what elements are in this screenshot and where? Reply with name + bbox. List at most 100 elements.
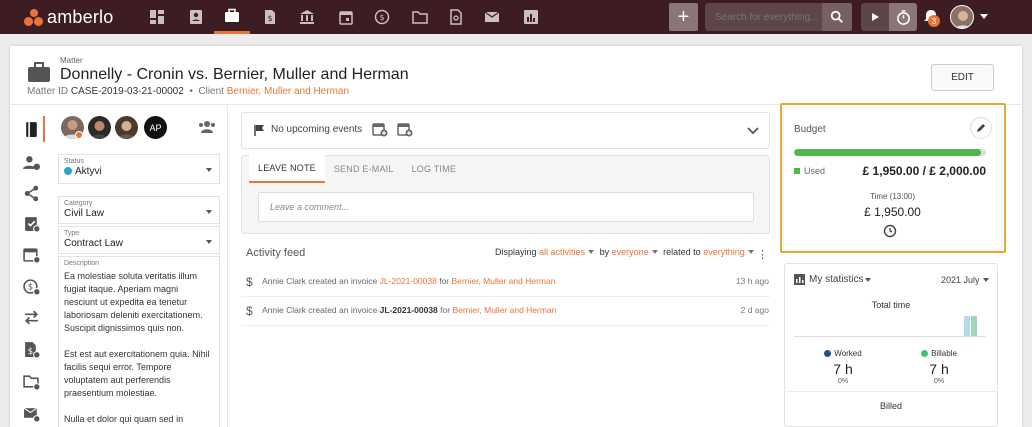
matters-briefcase-icon[interactable] xyxy=(214,0,250,34)
chevron-down-icon xyxy=(651,250,658,254)
user-menu-chevron-down-icon[interactable] xyxy=(980,14,988,19)
matter-type-label: Matter xyxy=(60,56,83,65)
invoices-side-icon[interactable]: $ xyxy=(21,339,41,359)
chevron-down-icon xyxy=(206,240,212,244)
chevron-down-icon xyxy=(206,210,212,214)
note-tabs: LEAVE NOTE SEND E-MAIL LOG TIME xyxy=(241,155,770,183)
edit-budget-button[interactable] xyxy=(970,117,992,139)
status-select[interactable]: Status Aktyvi xyxy=(58,154,220,184)
transfer-icon[interactable] xyxy=(21,307,41,327)
chevron-down-icon xyxy=(982,278,989,282)
stopwatch-icon xyxy=(896,9,910,25)
contacts-icon[interactable] xyxy=(178,0,214,34)
time-money-icon[interactable]: $ xyxy=(364,0,400,34)
statistics-title[interactable]: My statistics xyxy=(794,274,872,285)
svg-text:$: $ xyxy=(27,282,32,292)
app-name: amberlo xyxy=(47,7,114,27)
manage-people-icon[interactable] xyxy=(198,120,216,134)
client-link[interactable]: Bernier, Muller and Herman xyxy=(452,276,556,286)
people-icon[interactable] xyxy=(21,152,41,172)
worked-stat: Worked 7 h 0% xyxy=(793,349,893,385)
filter-users[interactable]: everyone xyxy=(612,247,649,257)
more-options-icon[interactable]: ⋮ xyxy=(757,248,768,261)
add-event-icon[interactable] xyxy=(372,121,388,137)
status-label: Status xyxy=(64,158,84,165)
billable-dot xyxy=(921,350,929,357)
calendar-icon[interactable] xyxy=(328,0,364,34)
worked-dot xyxy=(824,350,832,357)
dollar-icon: $ xyxy=(246,304,253,318)
time-entries-icon[interactable]: $ xyxy=(21,276,41,296)
add-deadline-icon[interactable] xyxy=(397,121,413,137)
folder-icon[interactable] xyxy=(402,0,438,34)
dashboard-icon[interactable] xyxy=(139,0,175,34)
edit-button[interactable]: EDIT xyxy=(931,64,994,91)
overview-book-icon[interactable] xyxy=(21,119,41,139)
invoice-number: JL-2021-00038 xyxy=(379,305,438,315)
filter-activities[interactable]: all activities xyxy=(539,247,585,257)
document-search-icon[interactable] xyxy=(438,0,474,34)
svg-text:$: $ xyxy=(267,14,272,23)
time-history-icon[interactable] xyxy=(883,224,897,238)
tab-send-email[interactable]: SEND E-MAIL xyxy=(325,155,403,183)
team-member-avatar[interactable] xyxy=(115,116,138,139)
client-link[interactable]: Bernier, Muller and Herman xyxy=(227,86,349,97)
invoice-link[interactable]: JL-2021-00038 xyxy=(380,276,437,286)
expand-chevron-down-icon[interactable] xyxy=(747,127,759,135)
stopwatch-button[interactable] xyxy=(889,3,917,31)
category-value: Civil Law xyxy=(64,208,105,219)
filter-related[interactable]: everything xyxy=(703,247,745,257)
budget-progress-fill xyxy=(794,149,982,156)
tasks-icon[interactable] xyxy=(21,213,41,233)
invoices-icon[interactable]: $ xyxy=(252,0,288,34)
matter-id: CASE-2019-03-21-00002 xyxy=(70,86,184,97)
pencil-icon xyxy=(977,124,985,132)
category-label: Category xyxy=(64,200,93,207)
budget-title: Budget xyxy=(794,124,826,135)
share-icon[interactable] xyxy=(21,183,41,203)
status-value: Aktyvi xyxy=(75,166,102,177)
start-timer-button[interactable] xyxy=(861,3,889,31)
team-member-avatar[interactable] xyxy=(88,116,111,139)
total-time-label: Total time xyxy=(871,300,911,310)
category-select[interactable]: Category Civil Law xyxy=(58,196,220,224)
activity-time: 13 h ago xyxy=(735,276,769,286)
comment-input[interactable]: Leave a comment... xyxy=(258,192,754,222)
amberlo-logo-icon xyxy=(24,8,44,27)
team-member-initials-avatar[interactable]: AP xyxy=(144,116,167,139)
budget-time-value: £ 1,950.00 xyxy=(864,205,921,219)
client-label: Client xyxy=(198,86,224,97)
client-link[interactable]: Bernier, Muller and Herman xyxy=(452,305,556,315)
worked-bar xyxy=(964,316,970,336)
description-field[interactable]: Description Ea molestiae soluta veritati… xyxy=(58,256,220,427)
add-new-button[interactable]: + xyxy=(669,3,698,31)
dollar-icon: $ xyxy=(246,275,253,289)
billed-label: Billed xyxy=(879,401,902,411)
activity-row: $ Annie Clark created an invoice JL-2021… xyxy=(241,267,770,297)
month-select[interactable]: 2021 July xyxy=(941,275,989,285)
tab-log-time[interactable]: LOG TIME xyxy=(403,155,465,183)
emails-icon[interactable] xyxy=(21,403,41,423)
email-icon[interactable] xyxy=(474,0,510,34)
search-button[interactable] xyxy=(822,3,852,31)
sidenav-active-indicator xyxy=(43,116,45,142)
budget-time-label: Time (13:00) xyxy=(869,192,916,201)
calendar-side-icon[interactable] xyxy=(21,244,41,264)
tab-leave-note[interactable]: LEAVE NOTE xyxy=(249,155,325,183)
budget-amount: £ 1,950.00 / £ 2,000.00 xyxy=(862,164,986,178)
app-logo[interactable]: amberlo xyxy=(24,7,113,28)
activity-filter: Displaying all activities by everyone re… xyxy=(495,247,757,257)
bank-icon[interactable] xyxy=(289,0,325,34)
type-select[interactable]: Type Contract Law xyxy=(58,226,220,254)
documents-folder-icon[interactable] xyxy=(21,371,41,391)
matter-meta: Matter ID CASE-2019-03-21-00002 • Client… xyxy=(27,86,349,97)
status-dot xyxy=(64,167,72,175)
responsible-badge xyxy=(75,131,83,139)
play-icon xyxy=(872,13,879,21)
total-time-chart xyxy=(794,313,986,337)
svg-text:$: $ xyxy=(27,346,32,356)
activity-time: 2 d ago xyxy=(740,305,769,315)
budget-progress-bar xyxy=(794,149,986,156)
user-avatar[interactable] xyxy=(950,5,974,29)
reports-icon[interactable] xyxy=(513,0,549,34)
